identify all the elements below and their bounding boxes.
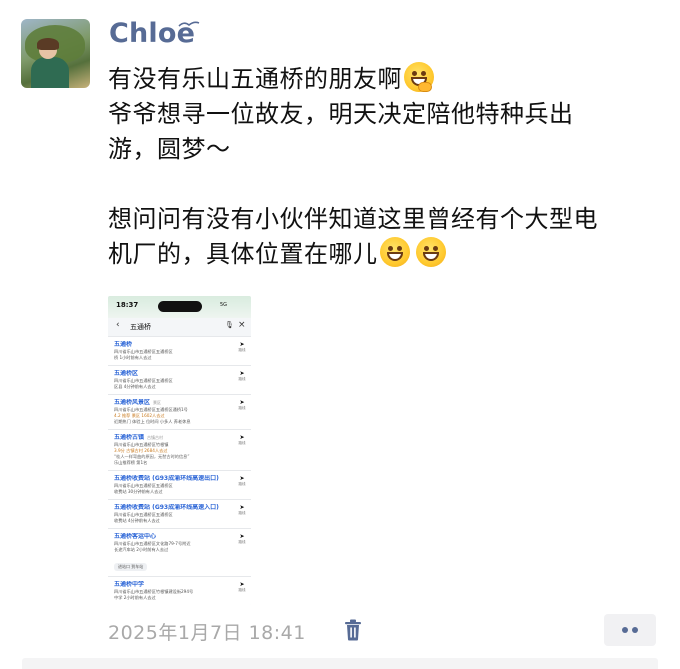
result-title: 五通桥中学 <box>114 581 145 588</box>
post-line: 想问问有没有小伙伴知道这里曾经有个大型电 <box>108 205 598 233</box>
dynamic-island <box>158 301 202 312</box>
result-title: 五通桥风景区 景区 <box>114 399 162 406</box>
route-icon: ➤ 路线 <box>238 399 246 410</box>
result-extra: 近期热门 体验上 位时间 小多人 养老休息 <box>114 419 191 424</box>
bird-decoration-icon <box>178 21 200 27</box>
hand-over-mouth-emoji <box>404 62 434 92</box>
result-extra: 桥 1小时前有人去过 <box>114 355 152 360</box>
list-item: 五通桥风景区 景区 四川省乐山市五通桥区五通桥区通桥1号 4.2 推荐 景区 16… <box>108 394 251 429</box>
more-options-icon <box>622 627 628 633</box>
comment-area-top <box>22 658 658 669</box>
grin-emoji <box>379 237 410 267</box>
result-title: 五通桥区 <box>114 370 139 377</box>
result-title: 五通桥收费站 (G93成渝环线高速出口) <box>114 475 219 482</box>
route-icon: ➤ 路线 <box>238 581 246 592</box>
result-extra: 收费站 30分钟前有人去过 <box>114 489 163 494</box>
mic-icon: 🎙 <box>225 321 234 329</box>
result-title: 五通桥客运中心 <box>114 533 157 540</box>
result-extra: 区县 4分钟前有人去过 <box>114 384 156 389</box>
phone-status-bar: 18:37 5G <box>108 296 251 318</box>
post-line: 机厂的，具体位置在哪儿 <box>108 240 378 268</box>
result-extra: 中学 2小时前有人去过 <box>114 595 156 600</box>
moment-post: Chloe 有没有乐山五通桥的朋友啊 爷爷想寻一位故友，明天决定陪他特种兵出 游… <box>0 0 680 669</box>
attached-screenshot[interactable]: 18:37 5G ‹ 五通桥 🎙 × 五通桥 四川省乐山市五通桥区五通桥区 桥 … <box>108 296 251 605</box>
post-timestamp: 2025年1月7日 18:41 <box>108 622 306 644</box>
post-text: 有没有乐山五通桥的朋友啊 爷爷想寻一位故友，明天决定陪他特种兵出 游，圆梦～ 想… <box>108 62 663 272</box>
avatar[interactable] <box>21 19 90 88</box>
result-chip: 进站口 到车站 <box>114 563 148 571</box>
result-title: 五通桥 <box>114 341 133 348</box>
signal-label: 5G <box>220 302 228 308</box>
list-item: 五通桥 四川省乐山市五通桥区五通桥区 桥 1小时前有人去过 ➤ 路线 <box>108 336 251 365</box>
phone-time: 18:37 <box>116 301 139 309</box>
post-line: 爷爷想寻一位故友，明天决定陪他特种兵出 <box>108 100 574 128</box>
route-icon: ➤ 路线 <box>238 475 246 486</box>
route-icon: ➤ 路线 <box>238 434 246 445</box>
list-item: 五通桥古镇 古镇古村 四川省乐山市五通桥区竹根镇 3.9分 古镇古村 2684人去… <box>108 429 251 470</box>
post-line: 游，圆梦～ <box>108 135 231 163</box>
more-options-button[interactable] <box>604 614 656 646</box>
result-extra: 长途汽车站 2小时前有人去过 <box>114 547 169 552</box>
route-icon: ➤ 路线 <box>238 370 246 381</box>
post-line: 有没有乐山五通桥的朋友啊 <box>108 65 402 93</box>
list-item: 五通桥收费站 (G93成渝环线高速入口) 四川省乐山市五通桥区五通桥区 收费站 … <box>108 499 251 528</box>
list-item: 五通桥客运中心 四川省乐山市五通桥区文化路79-7号附近 长途汽车站 2小时前有… <box>108 528 251 576</box>
grin-emoji <box>415 237 446 267</box>
search-query: 五通桥 <box>130 323 151 331</box>
result-extra: 收费站 4分钟前有人去过 <box>114 518 160 523</box>
result-title: 五通桥收费站 (G93成渝环线高速入口) <box>114 504 219 511</box>
list-item: 五通桥收费站 (G93成渝环线高速出口) 四川省乐山市五通桥区五通桥区 收费站 … <box>108 470 251 499</box>
list-item: 五通桥区 四川省乐山市五通桥区五通桥区 区县 4分钟前有人去过 ➤ 路线 <box>108 365 251 394</box>
route-icon: ➤ 路线 <box>238 341 246 352</box>
map-result-list: 五通桥 四川省乐山市五通桥区五通桥区 桥 1小时前有人去过 ➤ 路线 五通桥区 四… <box>108 336 251 605</box>
result-extra: 乐山推荐榜 第1名 <box>114 460 148 465</box>
list-item: 五通桥中学 四川省乐山市五通桥区竹根镇建设街294号 中学 2小时前有人去过 ➤… <box>108 576 251 605</box>
close-icon: × <box>238 320 246 330</box>
route-icon: ➤ 路线 <box>238 533 246 544</box>
result-title: 五通桥古镇 古镇古村 <box>114 434 164 441</box>
back-icon: ‹ <box>116 320 120 330</box>
map-search-bar: ‹ 五通桥 🎙 × <box>112 320 247 334</box>
route-icon: ➤ 路线 <box>238 504 246 515</box>
trash-icon[interactable] <box>344 619 362 641</box>
